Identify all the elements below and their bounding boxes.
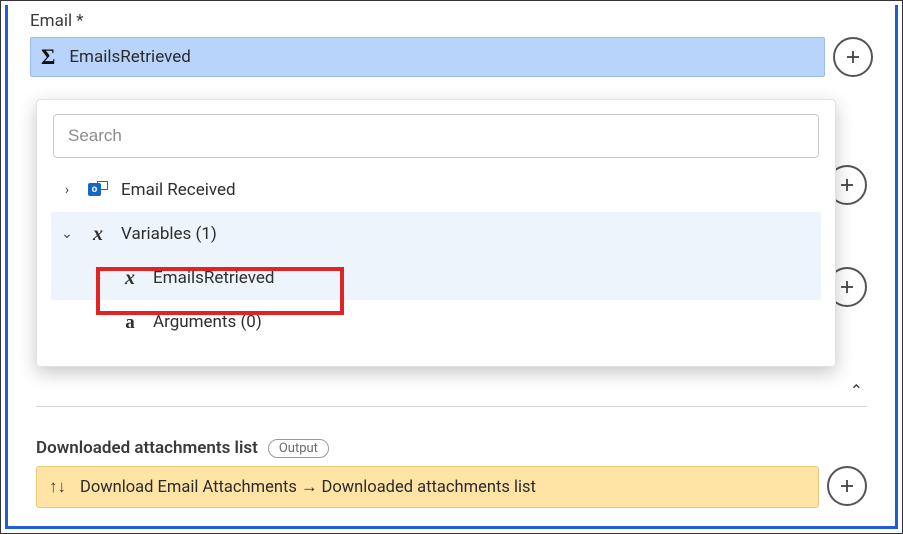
variable-x-icon: x [87, 224, 109, 244]
email-field-label: Email * [30, 11, 873, 31]
tree-node-label: Variables (1) [121, 224, 217, 244]
properties-panel: Email * Σ EmailsRetrieved ⌃ [5, 5, 898, 529]
plus-icon [838, 477, 856, 495]
chevron-down-icon: ⌄ [59, 226, 75, 242]
tree-node-label: EmailsRetrieved [153, 268, 274, 288]
attachments-add-button[interactable] [827, 466, 867, 506]
tree-node-emails-retrieved[interactable]: › x EmailsRetrieved [51, 256, 821, 300]
tree-node-label: Email Received [121, 180, 236, 200]
email-expression-value: EmailsRetrieved [69, 47, 190, 67]
email-expression-input[interactable]: Σ EmailsRetrieved [30, 37, 825, 77]
output-badge: Output [268, 439, 329, 458]
chevron-right-icon: › [91, 270, 107, 286]
chevron-right-icon: › [59, 182, 75, 198]
search-input[interactable] [53, 114, 819, 158]
tree-node-label: Arguments (0) [153, 312, 262, 332]
sigma-icon: Σ [41, 46, 55, 68]
attachments-output-box[interactable]: ↑↓ Download Email Attachments → Download… [36, 466, 819, 508]
email-field-row: Σ EmailsRetrieved [30, 37, 873, 77]
tree-node-arguments[interactable]: › a Arguments (0) [51, 300, 821, 344]
email-add-button[interactable] [833, 37, 873, 77]
plus-icon [838, 176, 856, 194]
tree-node-email-received[interactable]: › o Email Received [51, 168, 821, 212]
outlook-icon: o [87, 181, 109, 199]
tree-node-variables[interactable]: ⌄ x Variables (1) [51, 212, 821, 256]
argument-a-icon: a [119, 313, 141, 332]
swap-arrows-icon: ↑↓ [49, 477, 66, 497]
plus-icon [838, 278, 856, 296]
screenshot-frame: Email * Σ EmailsRetrieved ⌃ [0, 0, 903, 534]
attachments-section: Downloaded attachments list Output ↑↓ Do… [36, 438, 867, 508]
attachments-output-value: Download Email Attachments → Downloaded … [80, 478, 536, 497]
expression-dropdown: › o Email Received ⌄ x Variables (1) › x… [36, 99, 836, 367]
plus-icon [844, 48, 862, 66]
section-divider [36, 406, 867, 407]
collapse-caret-icon[interactable]: ⌃ [850, 381, 863, 400]
variable-x-icon: x [119, 268, 141, 288]
attachments-label: Downloaded attachments list [36, 438, 258, 458]
